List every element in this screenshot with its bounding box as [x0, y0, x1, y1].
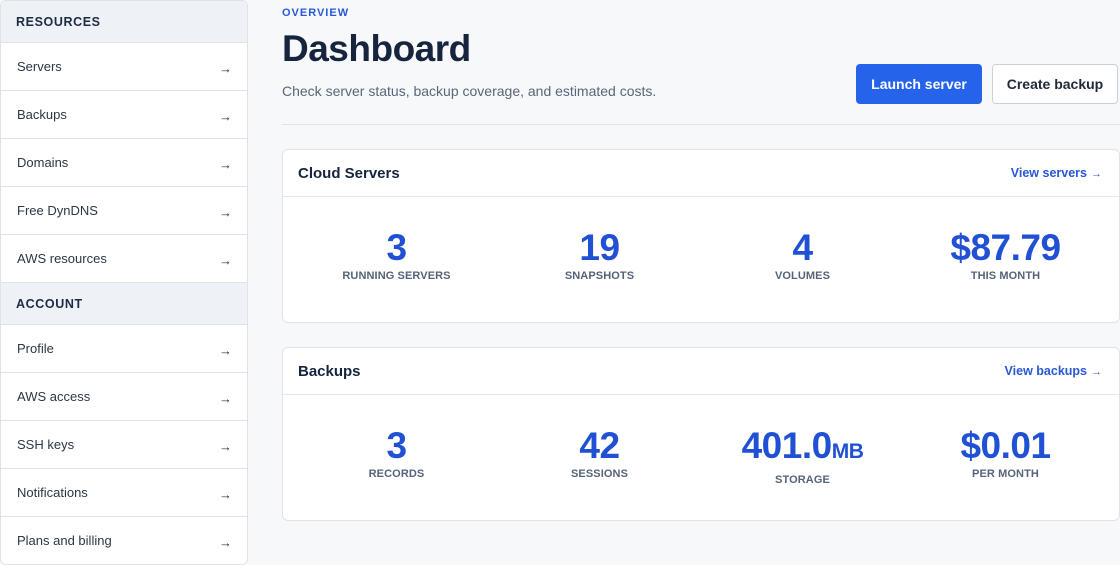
stat-unit: MB [831, 440, 864, 463]
main-content: OVERVIEW Dashboard Check server status, … [282, 0, 1120, 565]
card-header: Cloud Servers View servers → [283, 150, 1119, 197]
stat-volumes: 4 VOLUMES [701, 197, 904, 282]
arrow-right-icon: → [219, 486, 232, 502]
stat-value: 42 [498, 425, 701, 466]
stats-row: 3 RUNNING SERVERS 19 SNAPSHOTS 4 VOLUMES… [283, 197, 1119, 282]
page-subtitle: Check server status, backup coverage, an… [282, 83, 657, 99]
sidebar-item-domains[interactable]: Domains → [1, 139, 247, 187]
sidebar-section-heading-resources: RESOURCES [1, 1, 247, 43]
stat-value: $87.79 [904, 227, 1107, 268]
sidebar-item-aws-access[interactable]: AWS access → [1, 373, 247, 421]
arrow-right-icon: → [219, 108, 232, 124]
sidebar-item-servers[interactable]: Servers → [1, 43, 247, 91]
view-backups-link[interactable]: View backups → [1005, 364, 1102, 378]
stat-number: 3 [386, 425, 407, 466]
header-divider [282, 124, 1120, 125]
card-title: Backups [298, 362, 361, 380]
arrow-right-icon: → [219, 342, 232, 358]
stat-number: 19 [579, 227, 620, 268]
stat-number: $0.01 [960, 425, 1051, 466]
stat-sessions: 42 SESSIONS [498, 395, 701, 486]
sidebar-item-label: AWS access [17, 389, 91, 404]
stat-records: 3 RECORDS [295, 395, 498, 486]
arrow-right-icon: → [219, 252, 232, 268]
stat-label: STORAGE [775, 474, 830, 486]
stat-value: 4 [701, 227, 904, 268]
stat-value: 3 [295, 425, 498, 466]
arrow-right-icon: → [219, 204, 232, 220]
create-backup-button[interactable]: Create backup [992, 64, 1118, 104]
view-servers-link[interactable]: View servers → [1011, 166, 1102, 180]
sidebar-item-aws-resources[interactable]: AWS resources → [1, 235, 247, 283]
backups-card: Backups View backups → 3 RECORDS 42 SESSI… [282, 347, 1120, 521]
stat-label: RUNNING SERVERS [342, 270, 451, 282]
arrow-right-icon: → [1091, 168, 1102, 180]
card-header: Backups View backups → [283, 348, 1119, 395]
stat-label: PER MONTH [972, 468, 1039, 480]
stat-number: 401.0 [741, 425, 833, 466]
sidebar-item-label: Notifications [17, 485, 88, 500]
stat-label: SESSIONS [570, 468, 629, 480]
stat-value: 401.0MB [701, 425, 904, 470]
sidebar-item-label: Free DynDNS [17, 203, 98, 218]
arrow-right-icon: → [219, 156, 232, 172]
sidebar: RESOURCES Servers → Backups → Domains → … [0, 0, 248, 565]
stat-label: SNAPSHOTS [564, 270, 635, 282]
sidebar-item-plans-and-billing[interactable]: Plans and billing → [1, 517, 247, 564]
sidebar-item-free-dyndns[interactable]: Free DynDNS → [1, 187, 247, 235]
launch-server-button[interactable]: Launch server [856, 64, 982, 104]
sidebar-item-label: SSH keys [17, 437, 75, 452]
stat-label: VOLUMES [774, 270, 831, 282]
stat-label: RECORDS [368, 468, 425, 480]
arrow-right-icon: → [219, 438, 232, 454]
stat-number: 3 [386, 227, 407, 268]
sidebar-item-ssh-keys[interactable]: SSH keys → [1, 421, 247, 469]
sidebar-item-label: Backups [17, 107, 67, 122]
cloud-servers-card: Cloud Servers View servers → 3 RUNNING SE… [282, 149, 1120, 323]
stat-number: $87.79 [950, 227, 1061, 268]
stat-storage: 401.0MB STORAGE [701, 395, 904, 486]
stat-number: 4 [792, 227, 813, 268]
page-eyebrow: OVERVIEW [282, 7, 350, 19]
sidebar-item-label: Plans and billing [17, 533, 112, 548]
stat-value: 19 [498, 227, 701, 268]
stat-snapshots: 19 SNAPSHOTS [498, 197, 701, 282]
arrow-right-icon: → [219, 60, 232, 76]
stats-row: 3 RECORDS 42 SESSIONS 401.0MB STORAGE $0… [283, 395, 1119, 486]
stat-running-servers: 3 RUNNING SERVERS [295, 197, 498, 282]
stat-value: $0.01 [904, 425, 1107, 466]
sidebar-item-label: Domains [17, 155, 69, 170]
stat-label: THIS MONTH [970, 270, 1041, 282]
arrow-right-icon: → [1091, 366, 1102, 378]
arrow-right-icon: → [219, 534, 232, 550]
link-label: View backups [1004, 364, 1087, 378]
sidebar-item-label: AWS resources [17, 251, 107, 266]
sidebar-item-notifications[interactable]: Notifications → [1, 469, 247, 517]
sidebar-item-backups[interactable]: Backups → [1, 91, 247, 139]
link-label: View servers [1010, 166, 1087, 180]
sidebar-item-label: Servers [17, 59, 62, 74]
stat-this-month: $87.79 THIS MONTH [904, 197, 1107, 282]
stat-value: 3 [295, 227, 498, 268]
sidebar-section-heading-account: ACCOUNT [1, 283, 247, 325]
sidebar-item-label: Profile [17, 341, 54, 356]
page-title: Dashboard [282, 28, 471, 69]
card-title: Cloud Servers [298, 164, 400, 182]
stat-per-month: $0.01 PER MONTH [904, 395, 1107, 486]
stat-number: 42 [579, 425, 620, 466]
arrow-right-icon: → [219, 390, 232, 406]
sidebar-item-profile[interactable]: Profile → [1, 325, 247, 373]
